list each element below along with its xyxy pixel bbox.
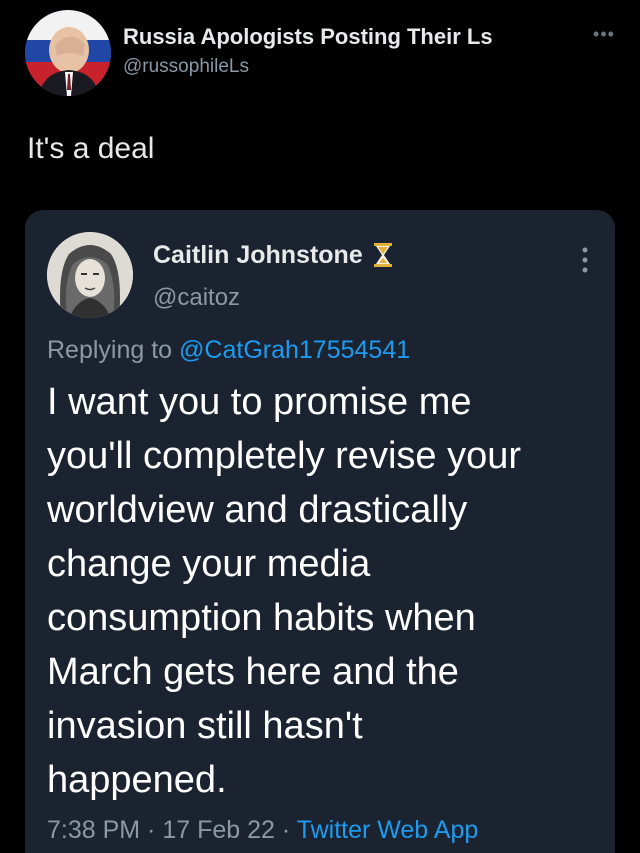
- body-line: March gets here and the: [47, 651, 459, 693]
- body-line: I want you to promise me: [47, 381, 472, 423]
- body-line: happened.: [47, 759, 227, 801]
- body-line: invasion still hasn't: [47, 705, 363, 747]
- tweet-metadata: 7:38 PM · 17 Feb 22 · Twitter Web App: [47, 816, 478, 845]
- quoted-name-row: Caitlin Johnstone: [153, 238, 393, 272]
- outer-author-name[interactable]: Russia Apologists Posting Their Ls: [123, 24, 493, 50]
- replying-to-mention-link[interactable]: @CatGrah17554541: [179, 336, 410, 364]
- quoted-avatar[interactable]: [47, 232, 133, 318]
- quoted-author-handle[interactable]: @caitoz: [153, 284, 240, 312]
- outer-author-handle[interactable]: @russophileLs: [123, 56, 249, 78]
- tweet-date[interactable]: 17 Feb 22: [162, 816, 275, 844]
- avatar-image: [25, 10, 111, 96]
- quoted-author-name[interactable]: Caitlin Johnstone: [153, 241, 363, 270]
- quoted-tweet-body: I want you to promise me you'll complete…: [47, 375, 607, 807]
- more-vertical-icon[interactable]: [581, 246, 589, 274]
- meta-separator: ·: [274, 816, 297, 844]
- meta-separator: ·: [140, 816, 163, 844]
- body-line: consumption habits when: [47, 597, 476, 639]
- body-line: you'll completely revise your: [47, 435, 521, 477]
- outer-avatar[interactable]: [25, 10, 111, 96]
- quoted-avatar-image: [47, 232, 133, 318]
- hourglass-emoji-icon: [373, 242, 393, 268]
- replying-to-line: Replying to @CatGrah17554541: [47, 336, 410, 365]
- quoted-tweet-card[interactable]: Caitlin Johnstone @caitoz Replying to @C…: [25, 210, 615, 853]
- body-line: worldview and drastically: [47, 489, 468, 531]
- outer-tweet-text: It's a deal: [27, 132, 155, 165]
- more-horizontal-icon[interactable]: •••: [589, 24, 619, 44]
- tweet-screen: Russia Apologists Posting Their Ls @russ…: [0, 0, 640, 853]
- source-app-link[interactable]: Twitter Web App: [297, 816, 479, 844]
- tweet-time[interactable]: 7:38 PM: [47, 816, 140, 844]
- outer-tweet-header: Russia Apologists Posting Their Ls @russ…: [25, 10, 625, 100]
- body-line: change your media: [47, 543, 371, 585]
- replying-to-label: Replying to: [47, 336, 180, 364]
